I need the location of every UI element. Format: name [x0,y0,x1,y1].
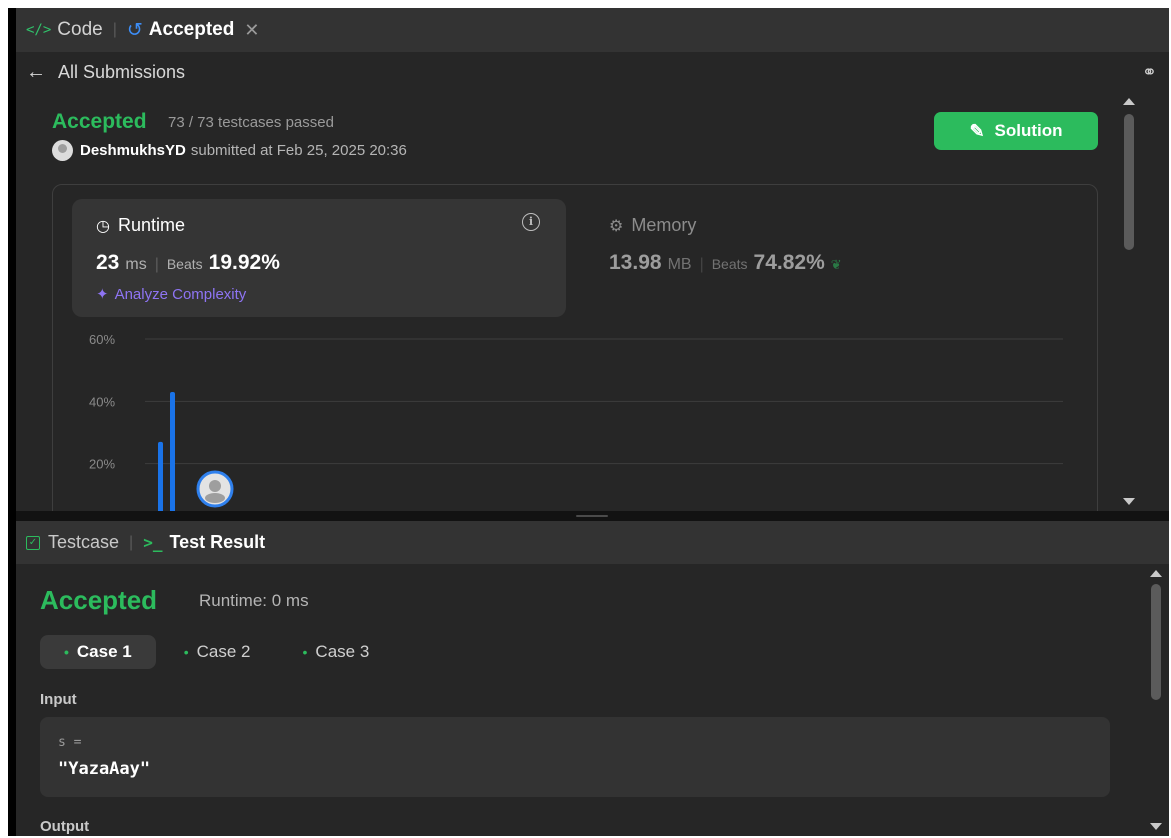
code-icon: </> [26,22,52,38]
result-status: Accepted [40,585,158,615]
your-position-avatar-icon[interactable] [196,470,234,508]
tab-code[interactable]: Code [57,19,102,41]
submission-content: Accepted 73 / 73 testcases passed Deshmu… [16,92,1142,511]
window-frame: </> Code | ↺ Accepted ✕ ← All Submission… [8,8,1169,836]
bottom-scrollbar-thumb[interactable] [1151,584,1161,700]
runtime-unit: ms [125,256,147,273]
memory-beats-label: Beats [711,256,748,272]
history-icon: ↺ [126,19,143,41]
analyze-complexity-label: Analyze Complexity [114,285,247,303]
runtime-bar-1[interactable] [170,391,175,511]
memory-unit: MB [667,256,692,273]
scroll-up-arrow-icon[interactable] [1123,98,1135,105]
panel-resize-handle[interactable] [16,511,1169,521]
pass-dot-icon: • [302,644,308,660]
submitted-time: submitted at Feb 25, 2025 20:36 [190,142,407,159]
terminal-icon: >_ [143,533,163,552]
case-tab-label: Case 2 [196,642,251,661]
clock-icon: ◷ [96,217,110,235]
submitter-line: DeshmukhsYD submitted at Feb 25, 2025 20… [52,140,407,161]
testcases-passed: 73 / 73 testcases passed [168,114,334,131]
username-link[interactable]: DeshmukhsYD [80,142,186,159]
runtime-distribution-chart: 60% 40% 20% [89,332,1063,511]
edit-icon: ✎ [969,120,985,141]
y-tick-label: 60% [89,332,115,347]
runtime-box[interactable]: ◷ Runtime i 23 ms | Beats 19.92% ✦ Analy… [72,199,566,317]
case-tabs: • Case 1 • Case 2 • Case 3 [40,635,397,669]
case-tab-2[interactable]: • Case 2 [160,635,275,669]
case-tab-label: Case 1 [76,642,132,661]
case-tab-3[interactable]: • Case 3 [279,635,394,669]
tab-accepted[interactable]: Accepted [149,19,235,41]
chip-icon: ⚙ [609,217,624,235]
solution-button-label: Solution [994,121,1063,140]
memory-value: 13.98 [609,251,662,274]
submission-panel: </> Code | ↺ Accepted ✕ ← All Submission… [16,8,1169,511]
test-panel: ✓ Testcase | >_ Test Result Accepted Run… [16,521,1169,836]
input-variable-value: "YazaAay" [58,759,151,779]
drag-handle-icon [576,515,608,517]
memory-label: Memory [631,215,697,235]
avatar-body [205,493,225,503]
runtime-values: 23 ms | Beats 19.92% [96,251,280,275]
top-scrollbar[interactable] [1115,92,1142,511]
scroll-down-arrow-icon[interactable] [1150,823,1162,830]
input-value-box: s = "YazaAay" [40,717,1110,797]
tab-separator: | [112,21,117,38]
top-tab-bar: </> Code | ↺ Accepted ✕ [16,8,1169,52]
runtime-beats-label: Beats [166,256,203,272]
submission-status: Accepted [52,110,147,133]
runtime-beats-value: 19.92% [208,251,280,274]
bottom-scrollbar[interactable] [1142,564,1169,836]
case-tab-1[interactable]: • Case 1 [40,635,156,669]
tab-test-result[interactable]: Test Result [169,532,265,553]
tab-separator: | [129,533,134,551]
close-icon[interactable]: ✕ [244,20,259,41]
input-label: Input [40,691,77,708]
leaf-icon: ❦ [830,257,842,272]
info-icon[interactable]: i [522,213,540,231]
input-variable-name: s = [58,735,82,750]
avatar-head [209,480,221,492]
all-submissions-link[interactable]: All Submissions [58,62,185,83]
y-tick-label: 40% [89,394,115,409]
analyze-complexity-link[interactable]: ✦ Analyze Complexity [96,285,247,304]
runtime-label-row: ◷ Runtime [96,215,185,236]
result-runtime: Runtime: 0 ms [199,591,309,610]
runtime-value: 23 [96,251,120,274]
scroll-up-arrow-icon[interactable] [1150,570,1162,577]
tab-testcase[interactable]: Testcase [48,532,119,553]
back-arrow-icon[interactable]: ← [26,61,46,84]
runtime-bar-0[interactable] [158,441,163,511]
y-tick-label: 20% [89,457,115,472]
pass-dot-icon: • [64,644,69,660]
solution-button[interactable]: ✎ Solution [934,112,1098,150]
performance-card: ◷ Runtime i 23 ms | Beats 19.92% ✦ Analy… [52,184,1098,511]
sparkle-icon: ✦ [96,286,109,303]
avatar[interactable] [52,140,73,161]
checkbox-icon: ✓ [26,535,40,550]
bottom-tab-bar: ✓ Testcase | >_ Test Result [16,521,1169,564]
submissions-nav: ← All Submissions ⚭ [16,52,1169,92]
runtime-label: Runtime [117,215,185,235]
link-icon[interactable]: ⚭ [1142,62,1157,83]
case-tab-label: Case 3 [315,642,370,661]
value-separator: | [154,256,159,273]
scroll-down-arrow-icon[interactable] [1123,498,1135,505]
memory-values: 13.98 MB | Beats 74.82% ❦ [609,251,842,275]
memory-beats-value: 74.82% [753,251,825,274]
value-separator: | [699,256,704,273]
memory-label-row[interactable]: ⚙ Memory [609,215,696,236]
top-scrollbar-thumb[interactable] [1124,114,1134,250]
pass-dot-icon: • [183,644,189,660]
output-label: Output [40,818,90,835]
